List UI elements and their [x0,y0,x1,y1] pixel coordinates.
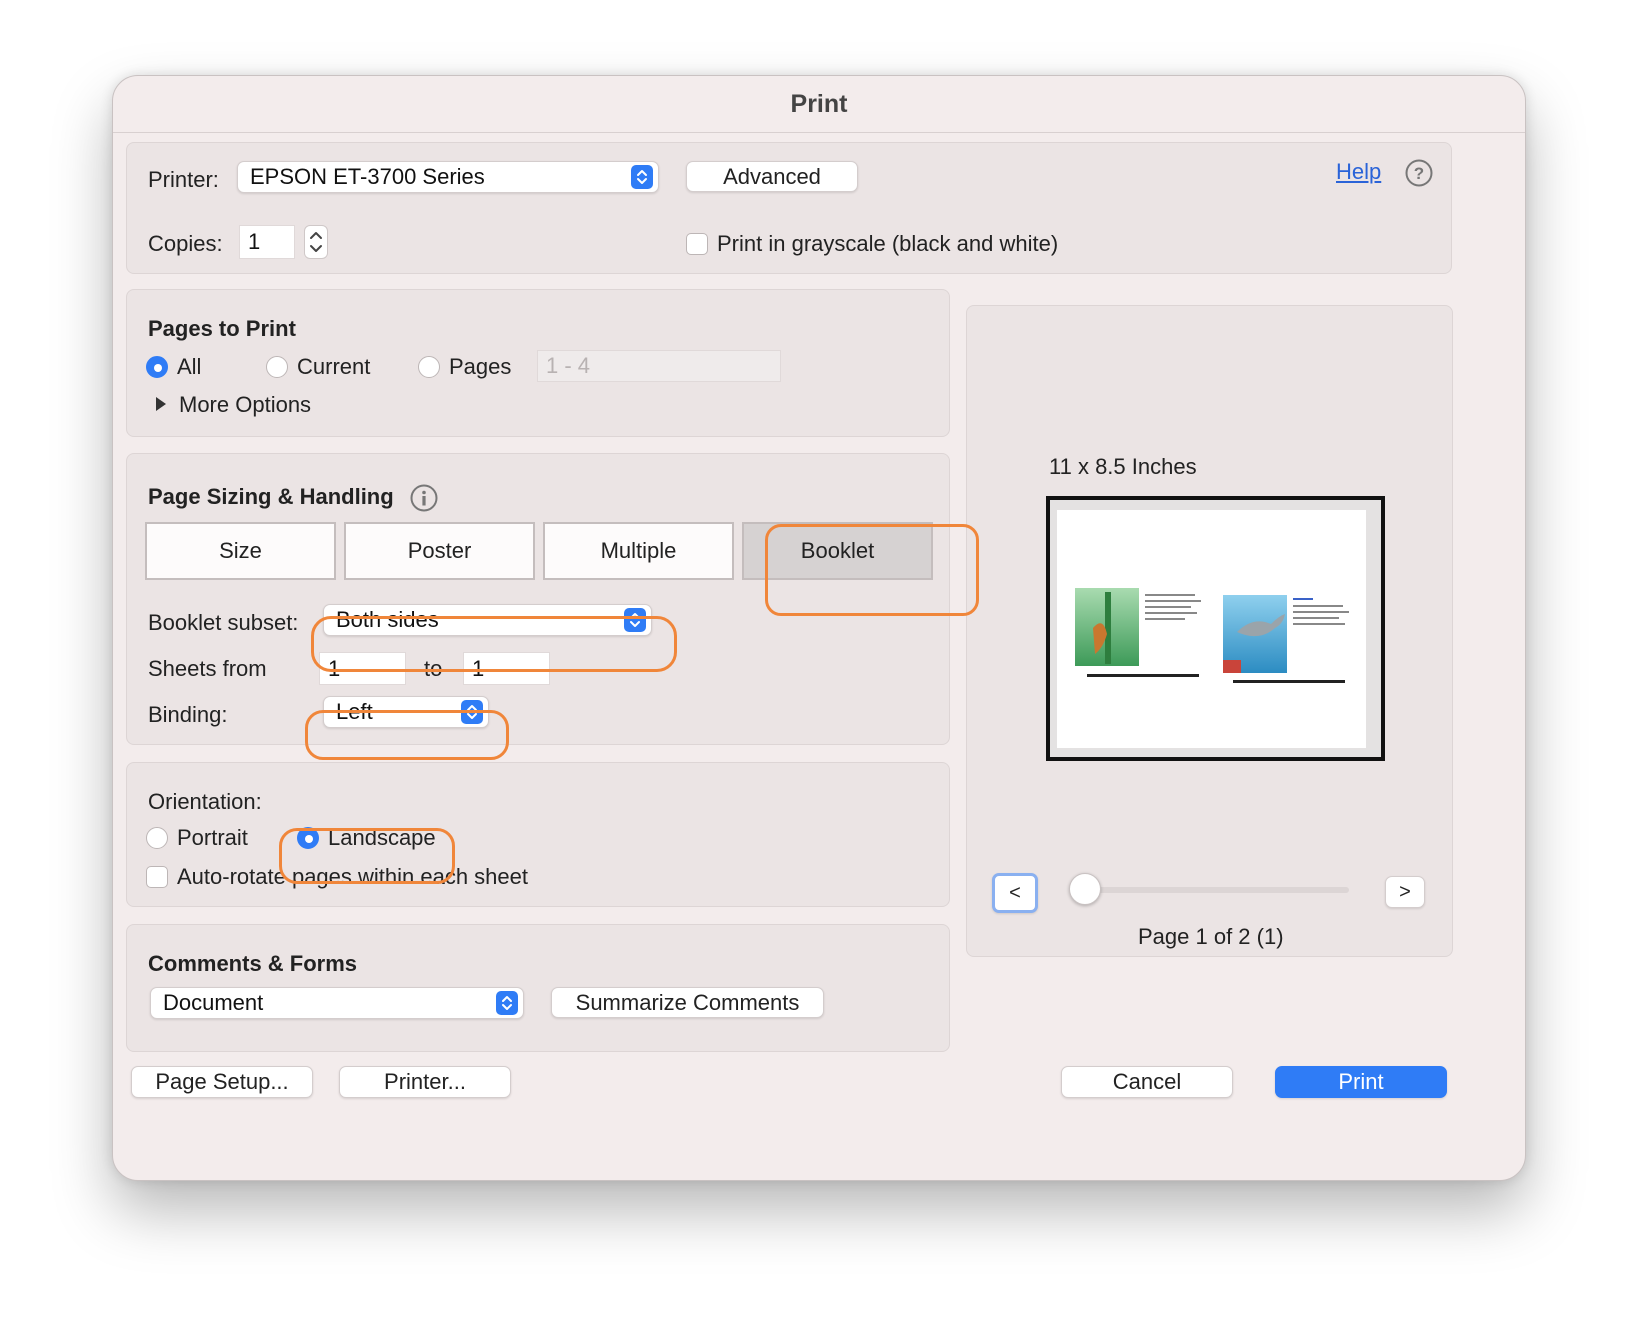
orientation-panel: Orientation: Portrait Landscape Auto-rot… [126,762,950,907]
next-page-button[interactable]: > [1385,876,1425,908]
printer-select[interactable]: EPSON ET-3700 Series [237,161,659,193]
title-bar: Print [113,76,1525,133]
paper-size-label: 11 x 8.5 Inches [1049,454,1197,479]
printer-select-value: EPSON ET-3700 Series [250,164,485,189]
printer-button[interactable]: Printer... [339,1066,511,1098]
autorotate-checkbox[interactable] [146,866,168,888]
booklet-subset-select[interactable]: Both sides [323,604,652,636]
select-stepper-icon [631,165,653,189]
pages-radio[interactable] [418,356,440,378]
binding-select[interactable]: Left [323,696,489,728]
preview-panel: 11 x 8.5 Inches < > Page 1 of 2 (1) [966,305,1453,957]
tab-poster[interactable]: Poster [344,522,535,580]
tab-multiple[interactable]: Multiple [543,522,734,580]
sheets-from-input[interactable]: 1 [319,652,406,685]
tab-size[interactable]: Size [145,522,336,580]
sheets-to-input[interactable]: 1 [463,652,550,685]
current-radio-label: Current [297,354,371,379]
pages-radio-label: Pages [449,354,512,379]
svg-text:?: ? [1414,164,1424,183]
print-button[interactable]: Print [1275,1066,1447,1098]
portrait-radio[interactable] [146,827,168,849]
copies-input[interactable]: 1 [239,225,295,259]
page-slider-thumb[interactable] [1069,873,1101,905]
all-radio[interactable] [146,356,168,378]
current-radio[interactable] [266,356,288,378]
sheets-from-label: Sheets from [148,656,267,681]
landscape-radio-label: Landscape [328,825,436,850]
help-link[interactable]: Help [1336,159,1381,185]
comments-forms-select[interactable]: Document [150,987,524,1019]
landscape-radio[interactable] [297,827,319,849]
printer-label: Printer: [148,167,219,192]
page-indicator: Page 1 of 2 (1) [1138,924,1284,949]
page-preview [1046,496,1385,761]
binding-label: Binding: [148,702,228,727]
advanced-button[interactable]: Advanced [686,161,858,192]
pages-to-print-heading: Pages to Print [148,316,296,341]
disclosure-triangle-icon[interactable] [155,396,167,417]
booklet-subset-label: Booklet subset: [148,610,299,635]
comments-forms-value: Document [163,990,264,1015]
page-slider-track[interactable] [1071,887,1349,893]
select-stepper-icon [624,608,646,632]
page-sizing-panel: Page Sizing & Handling Size Poster Multi… [126,453,950,745]
select-stepper-icon [496,991,518,1015]
pages-to-print-panel: Pages to Print All Current Pages 1 - 4 M… [126,289,950,437]
comments-forms-panel: Comments & Forms Document Summarize Comm… [126,924,950,1052]
select-stepper-icon [461,700,483,724]
prev-page-button[interactable]: < [992,873,1038,913]
comments-forms-heading: Comments & Forms [148,951,358,976]
page-setup-button[interactable]: Page Setup... [131,1066,313,1098]
to-label: to [424,656,443,681]
preview-sheet [1057,510,1366,748]
all-radio-label: All [177,354,202,379]
summarize-comments-button[interactable]: Summarize Comments [551,987,824,1018]
info-icon[interactable] [410,484,438,512]
portrait-radio-label: Portrait [177,825,248,850]
window-title: Print [790,90,848,118]
grayscale-checkbox[interactable] [686,233,708,255]
booklet-subset-value: Both sides [336,607,439,632]
orientation-heading: Orientation: [148,789,262,814]
copies-stepper[interactable] [304,225,328,259]
grayscale-label: Print in grayscale (black and white) [717,231,1059,256]
copies-label: Copies: [148,231,223,256]
autorotate-label: Auto-rotate pages within each sheet [177,864,529,889]
print-dialog: Print Printer: EPSON ET-3700 Series Adva… [112,75,1526,1181]
more-options-label[interactable]: More Options [179,392,311,418]
pages-range-input[interactable]: 1 - 4 [537,350,781,382]
binding-select-value: Left [336,699,373,724]
help-icon[interactable]: ? [1405,159,1433,187]
page-sizing-heading: Page Sizing & Handling [148,484,394,509]
printer-panel: Printer: EPSON ET-3700 Series Advanced H… [126,142,1452,274]
tab-booklet[interactable]: Booklet [742,522,933,580]
cancel-button[interactable]: Cancel [1061,1066,1233,1098]
